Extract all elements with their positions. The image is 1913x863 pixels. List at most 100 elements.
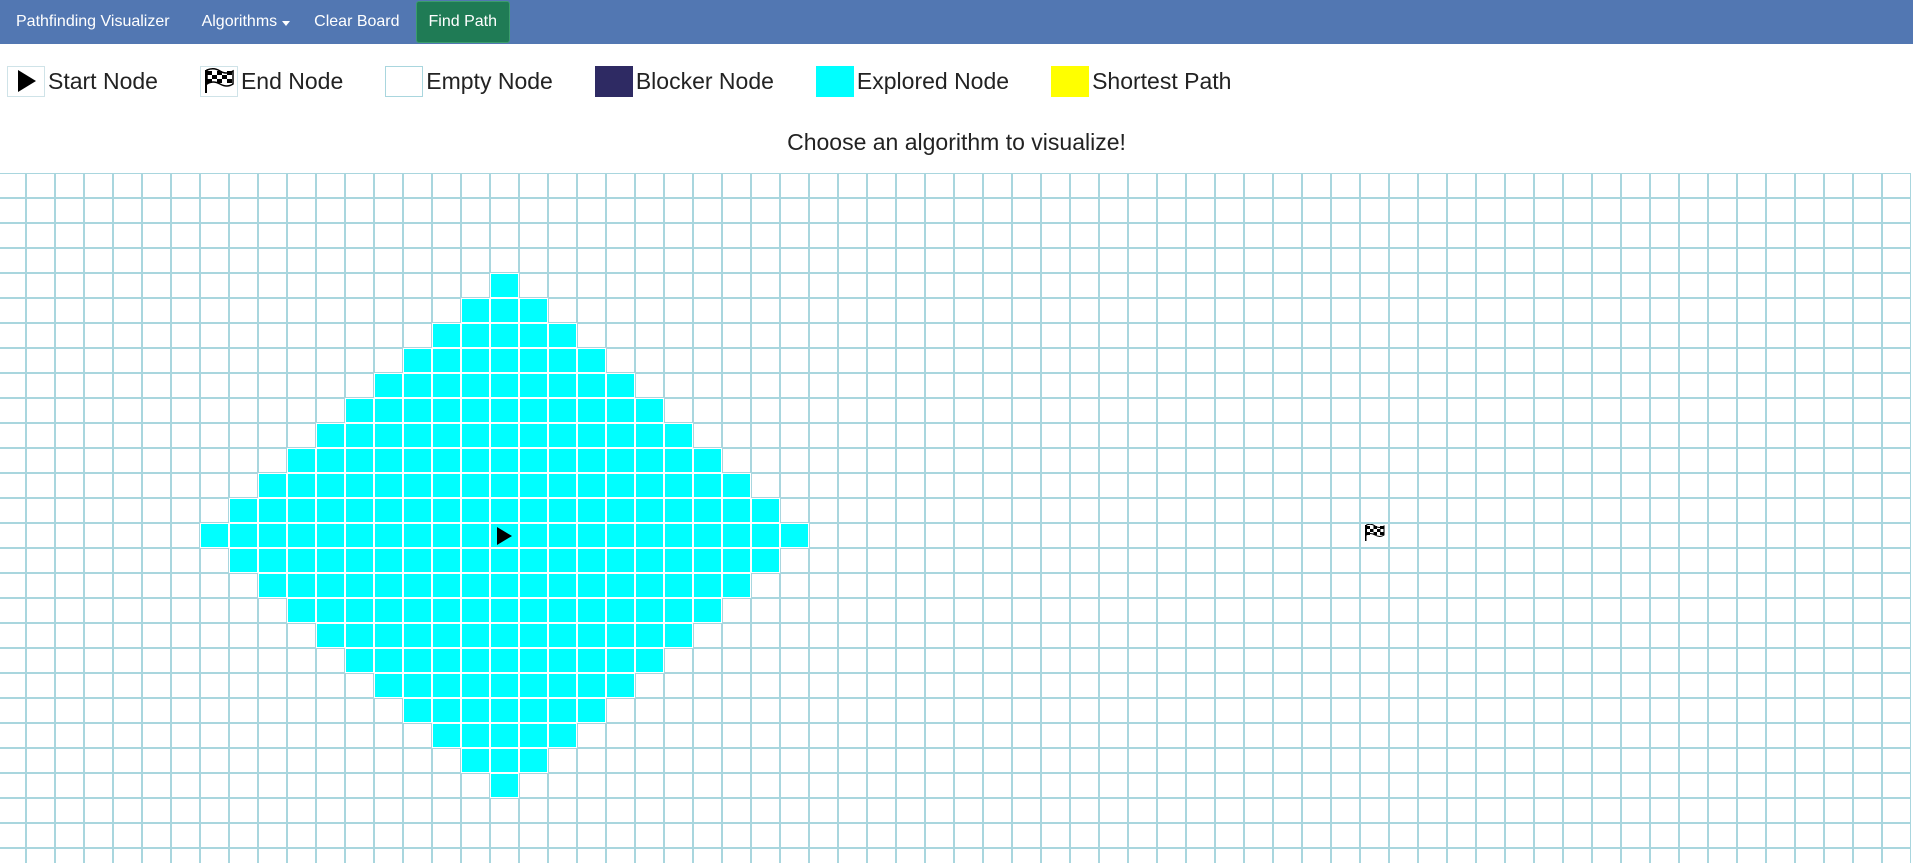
grid-cell[interactable] (113, 273, 142, 298)
grid-cell[interactable] (693, 223, 722, 248)
grid-cell[interactable] (780, 623, 809, 648)
explored-node[interactable] (345, 498, 374, 523)
grid-cell[interactable] (1679, 598, 1708, 623)
grid-cell[interactable] (693, 398, 722, 423)
grid-cell[interactable] (1650, 373, 1679, 398)
explored-node[interactable] (664, 573, 693, 598)
explored-node[interactable] (490, 498, 519, 523)
grid-cell[interactable] (867, 723, 896, 748)
grid-cell[interactable] (809, 623, 838, 648)
grid-cell[interactable] (316, 673, 345, 698)
explored-node[interactable] (664, 523, 693, 548)
grid-cell[interactable] (55, 698, 84, 723)
grid-cell[interactable] (1418, 598, 1447, 623)
grid-cell[interactable] (287, 698, 316, 723)
grid-cell[interactable] (1882, 773, 1911, 798)
grid-cell[interactable] (1331, 698, 1360, 723)
grid-cell[interactable] (1012, 623, 1041, 648)
explored-node[interactable] (461, 498, 490, 523)
grid-cell[interactable] (983, 198, 1012, 223)
grid-cell[interactable] (925, 473, 954, 498)
grid-cell[interactable] (1766, 673, 1795, 698)
grid-cell[interactable] (1853, 773, 1882, 798)
grid-cell[interactable] (287, 298, 316, 323)
grid-cell[interactable] (1331, 248, 1360, 273)
grid-cell[interactable] (1360, 473, 1389, 498)
grid-cell[interactable] (171, 423, 200, 448)
grid-cell[interactable] (1853, 198, 1882, 223)
grid-cell[interactable] (693, 273, 722, 298)
explored-node[interactable] (635, 573, 664, 598)
grid-cell[interactable] (1534, 673, 1563, 698)
grid-cell[interactable] (258, 798, 287, 823)
grid-cell[interactable] (1708, 198, 1737, 223)
grid-cell[interactable] (983, 298, 1012, 323)
grid-cell[interactable] (84, 498, 113, 523)
grid-cell[interactable] (1099, 273, 1128, 298)
grid-cell[interactable] (1041, 223, 1070, 248)
grid-cell[interactable] (867, 598, 896, 623)
grid-cell[interactable] (954, 423, 983, 448)
grid-cell[interactable] (461, 273, 490, 298)
grid-cell[interactable] (1360, 573, 1389, 598)
grid-cell[interactable] (1534, 573, 1563, 598)
grid-cell[interactable] (1621, 773, 1650, 798)
grid-cell[interactable] (374, 323, 403, 348)
grid-cell[interactable] (142, 173, 171, 198)
grid-cell[interactable] (1389, 798, 1418, 823)
grid-cell[interactable] (1853, 373, 1882, 398)
grid-cell[interactable] (722, 173, 751, 198)
grid-cell[interactable] (1824, 423, 1853, 448)
grid-cell[interactable] (0, 523, 26, 548)
grid-cell[interactable] (838, 723, 867, 748)
grid-cell[interactable] (1331, 498, 1360, 523)
grid-cell[interactable] (1418, 498, 1447, 523)
grid-cell[interactable] (345, 823, 374, 848)
grid-cell[interactable] (258, 323, 287, 348)
grid-cell[interactable] (1795, 648, 1824, 673)
explored-node[interactable] (490, 698, 519, 723)
grid-cell[interactable] (1215, 748, 1244, 773)
grid-cell[interactable] (1476, 598, 1505, 623)
grid-cell[interactable] (258, 773, 287, 798)
grid-cell[interactable] (0, 248, 26, 273)
grid-cell[interactable] (1157, 423, 1186, 448)
explored-node[interactable] (287, 523, 316, 548)
grid-cell[interactable] (258, 723, 287, 748)
grid-cell[interactable] (1389, 273, 1418, 298)
grid-cell[interactable] (954, 348, 983, 373)
grid-cell[interactable] (55, 548, 84, 573)
grid-cell[interactable] (1708, 373, 1737, 398)
grid-cell[interactable] (1041, 173, 1070, 198)
grid-cell[interactable] (867, 798, 896, 823)
grid-cell[interactable] (751, 598, 780, 623)
grid-cell[interactable] (1418, 423, 1447, 448)
grid-cell[interactable] (1128, 523, 1157, 548)
grid-cell[interactable] (1302, 298, 1331, 323)
grid-cell[interactable] (142, 823, 171, 848)
grid-cell[interactable] (1215, 273, 1244, 298)
grid-cell[interactable] (374, 273, 403, 298)
grid-cell[interactable] (1824, 698, 1853, 723)
grid-cell[interactable] (1534, 548, 1563, 573)
grid-cell[interactable] (896, 573, 925, 598)
grid-cell[interactable] (1650, 823, 1679, 848)
grid-cell[interactable] (693, 323, 722, 348)
explored-node[interactable] (316, 423, 345, 448)
grid-cell[interactable] (1186, 173, 1215, 198)
explored-node[interactable] (461, 598, 490, 623)
grid-cell[interactable] (1650, 573, 1679, 598)
grid-cell[interactable] (1505, 673, 1534, 698)
grid-cell[interactable] (1650, 523, 1679, 548)
explored-node[interactable] (635, 648, 664, 673)
explored-node[interactable] (490, 473, 519, 498)
explored-node[interactable] (374, 373, 403, 398)
grid-cell[interactable] (0, 598, 26, 623)
grid-cell[interactable] (809, 523, 838, 548)
explored-node[interactable] (374, 523, 403, 548)
grid-cell[interactable] (1186, 798, 1215, 823)
grid-cell[interactable] (1418, 773, 1447, 798)
grid-cell[interactable] (1737, 573, 1766, 598)
grid-cell[interactable] (1766, 223, 1795, 248)
explored-node[interactable] (606, 423, 635, 448)
